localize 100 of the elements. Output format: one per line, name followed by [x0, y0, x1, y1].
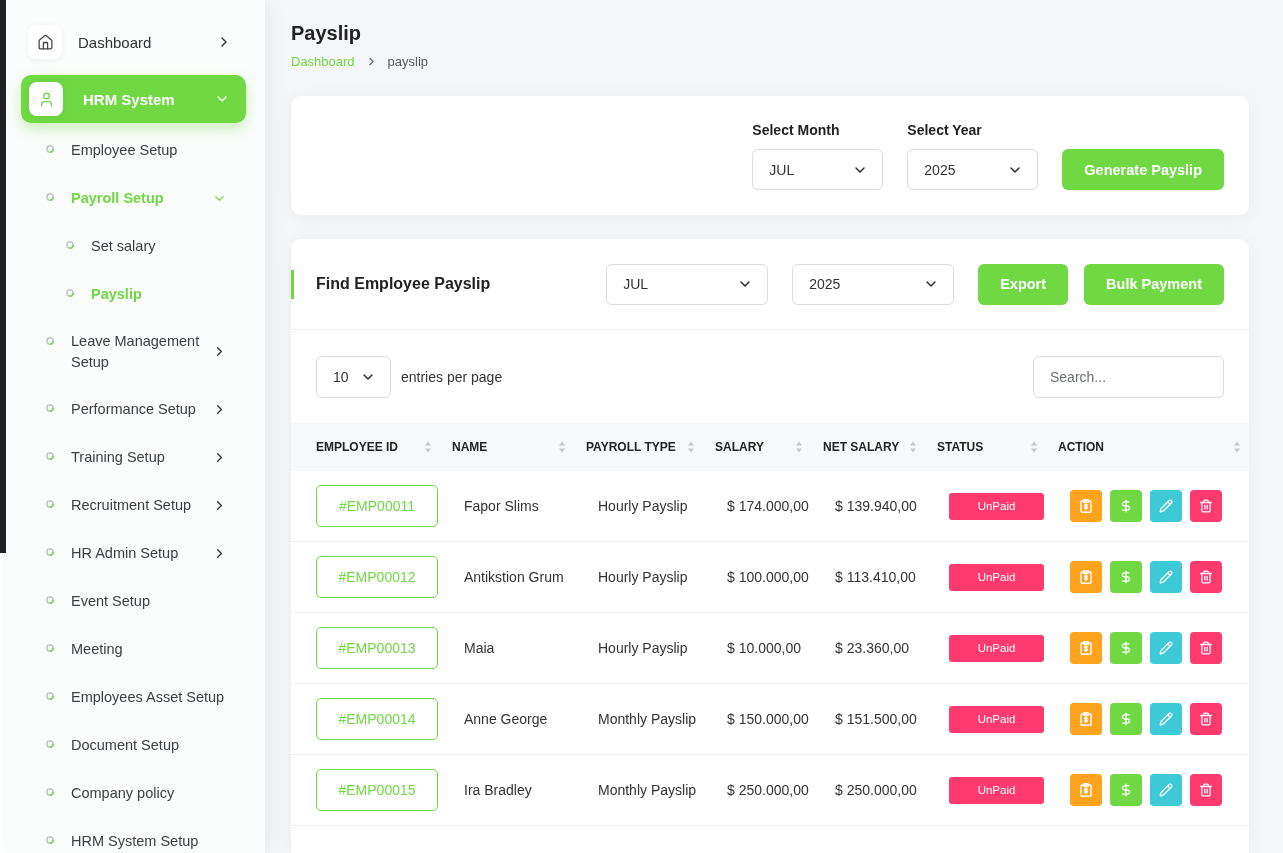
table-cell: $ 139.940,00 — [835, 498, 917, 514]
payslip-button[interactable] — [1070, 774, 1102, 806]
year-select[interactable]: 2025 — [792, 263, 955, 305]
delete-button[interactable] — [1190, 774, 1222, 806]
sort-icon[interactable] — [1233, 440, 1241, 454]
table-cell: Fapor Slims — [464, 498, 539, 514]
table-cell: Hourly Payslip — [598, 640, 688, 656]
table-cell: $ 250.000,00 — [835, 782, 917, 798]
table-cell: $ 23.360,00 — [835, 640, 909, 656]
dollar-icon — [1119, 499, 1133, 513]
delete-button[interactable] — [1190, 490, 1222, 522]
sidebar-item[interactable]: Dashboard — [21, 25, 246, 59]
pencil-icon — [1159, 712, 1173, 726]
edit-button[interactable] — [1150, 632, 1182, 664]
clipboard-icon — [1080, 570, 1092, 584]
trash-icon — [1199, 783, 1213, 797]
submenu-item[interactable]: Employees Asset Setup — [6, 673, 265, 721]
table-cell: Monthly Payslip — [598, 711, 697, 727]
month-select[interactable]: JUL — [606, 263, 769, 305]
sort-icon[interactable] — [687, 440, 695, 454]
column-header: SALARY — [715, 440, 764, 454]
submenu-item[interactable]: Employee Setup — [6, 126, 265, 174]
status-badge: UnPaid — [949, 705, 1044, 733]
submenu-item[interactable]: Recruitment Setup — [6, 481, 265, 529]
sort-icon[interactable] — [424, 440, 432, 454]
month-select[interactable]: JUL — [752, 149, 884, 190]
ring-icon — [46, 451, 54, 460]
page-size-select[interactable]: 10 — [316, 356, 391, 398]
year-select[interactable]: 2025 — [907, 149, 1039, 190]
trash-icon — [1199, 499, 1213, 513]
table-cell: $ 113.410,00 — [835, 569, 916, 585]
edit-button[interactable] — [1150, 490, 1182, 522]
dollar-icon — [1119, 712, 1133, 726]
table-cell: Hourly Payslip — [598, 569, 688, 585]
column-header: PAYROLL TYPE — [586, 440, 676, 454]
ring-icon — [46, 336, 54, 345]
pay-button[interactable] — [1110, 632, 1142, 664]
pay-button[interactable] — [1110, 490, 1142, 522]
table-cell: Anne George — [464, 711, 548, 727]
table-cell: $ 250.000,00 — [727, 782, 809, 798]
column-header: NAME — [452, 440, 488, 454]
sort-icon[interactable] — [558, 440, 566, 454]
submenu-item[interactable]: Document Setup — [6, 721, 265, 769]
pay-button[interactable] — [1110, 774, 1142, 806]
pencil-icon — [1159, 570, 1173, 584]
column-header: ACTION — [1058, 440, 1104, 454]
submenu-item[interactable]: Set salary — [6, 222, 265, 270]
status-badge: UnPaid — [949, 776, 1044, 804]
table-cell: $ 100.000,00 — [727, 569, 809, 585]
ring-icon — [46, 787, 54, 796]
column-header: EMPLOYEE ID — [316, 440, 398, 454]
sort-icon[interactable] — [795, 440, 803, 454]
page-title: Payslip — [291, 21, 363, 46]
ring-icon — [46, 835, 54, 844]
user-icon — [29, 82, 63, 116]
table-cell: $ 151.500,00 — [835, 711, 917, 727]
ring-icon — [46, 595, 54, 604]
table-cell: Maia — [464, 640, 495, 656]
submenu-item[interactable]: HRM System Setup — [6, 817, 265, 853]
ring-icon — [46, 144, 54, 153]
delete-button[interactable] — [1190, 632, 1222, 664]
field-label: Select Year — [907, 122, 983, 139]
submenu-item[interactable]: Leave Management Setup — [6, 318, 265, 385]
clipboard-icon — [1080, 641, 1092, 655]
payslip-button[interactable] — [1070, 561, 1102, 593]
entries-label: entries per page — [401, 369, 503, 385]
column-header: STATUS — [937, 440, 984, 454]
sort-icon[interactable] — [909, 440, 917, 454]
pencil-icon — [1159, 783, 1173, 797]
submenu-item[interactable]: Performance Setup — [6, 385, 265, 433]
submenu-item[interactable]: Company policy — [6, 769, 265, 817]
breadcrumb-current: payslip — [387, 53, 429, 70]
submenu-item[interactable]: Meeting — [6, 625, 265, 673]
edit-button[interactable] — [1150, 561, 1182, 593]
dollar-icon — [1119, 570, 1133, 584]
delete-button[interactable] — [1190, 561, 1222, 593]
delete-button[interactable] — [1190, 703, 1222, 735]
sort-icon[interactable] — [1030, 440, 1038, 454]
edit-button[interactable] — [1150, 703, 1182, 735]
search-field[interactable]: Search... — [1033, 356, 1224, 398]
dollar-icon — [1119, 641, 1133, 655]
ring-icon — [46, 691, 54, 700]
submenu-item[interactable]: HR Admin Setup — [6, 529, 265, 577]
clipboard-icon — [1080, 712, 1092, 726]
payslip-button[interactable] — [1070, 632, 1102, 664]
ring-icon — [66, 240, 74, 249]
edit-button[interactable] — [1150, 774, 1182, 806]
payslip-button[interactable] — [1070, 490, 1102, 522]
status-badge: UnPaid — [949, 634, 1044, 662]
table-cell: $ 150.000,00 — [727, 711, 809, 727]
payslip-button[interactable] — [1070, 703, 1102, 735]
submenu-item[interactable]: Training Setup — [6, 433, 265, 481]
ring-icon — [46, 739, 54, 748]
home-icon — [28, 25, 62, 59]
pay-button[interactable] — [1110, 703, 1142, 735]
clipboard-icon — [1080, 783, 1092, 797]
trash-icon — [1199, 712, 1213, 726]
table-cell: $ 10.000,00 — [727, 640, 801, 656]
submenu-item[interactable]: Event Setup — [6, 577, 265, 625]
pay-button[interactable] — [1110, 561, 1142, 593]
